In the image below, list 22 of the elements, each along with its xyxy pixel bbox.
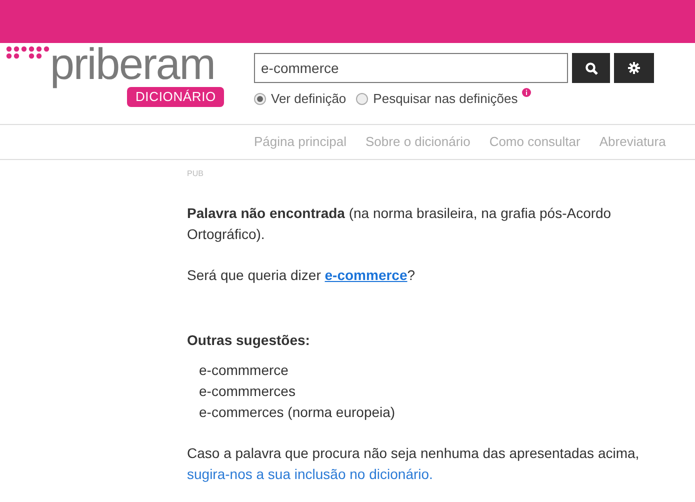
logo-badge: DICIONÁRIO (127, 87, 224, 107)
radio-button[interactable] (254, 92, 266, 105)
not-found-message: Palavra não encontrada (na norma brasileira, na grafia pós-Acordo Ortográfico). (187, 204, 612, 244)
search-field[interactable]: e-commerce (254, 53, 568, 83)
suggest-inclusion-link[interactable]: sugira-nos a sua inclusão no dicionário. (187, 466, 433, 482)
radio-option[interactable]: Ver definição (254, 89, 346, 108)
suggestion-item[interactable]: e-commmerces (199, 381, 685, 402)
footer-message: Caso a palavra que procura não seja nenhuma das apresentadas acima, sugira-nos a sua inclusão no dicionário. (187, 444, 640, 484)
suggestion-question: Será que queria dizer e-commerce? (187, 266, 416, 285)
info-icon[interactable] (522, 88, 531, 98)
radio-option[interactable]: Pesquisar nas definições (356, 89, 518, 108)
suggestion-link[interactable]: e-commerce (324, 267, 408, 283)
search-button[interactable] (572, 53, 610, 83)
suggestions-heading: Outras sugestões: (187, 331, 311, 350)
dots-icon (6, 46, 52, 60)
settings-icon (628, 62, 640, 74)
ad-label: PUB (187, 169, 204, 179)
settings-button[interactable] (614, 53, 654, 83)
suggestion-item[interactable]: e-commmerce (199, 360, 685, 381)
radio-button[interactable] (356, 92, 368, 105)
suggestion-item[interactable]: e-commerces (norma europeia) (199, 402, 685, 423)
search-icon (584, 62, 598, 74)
